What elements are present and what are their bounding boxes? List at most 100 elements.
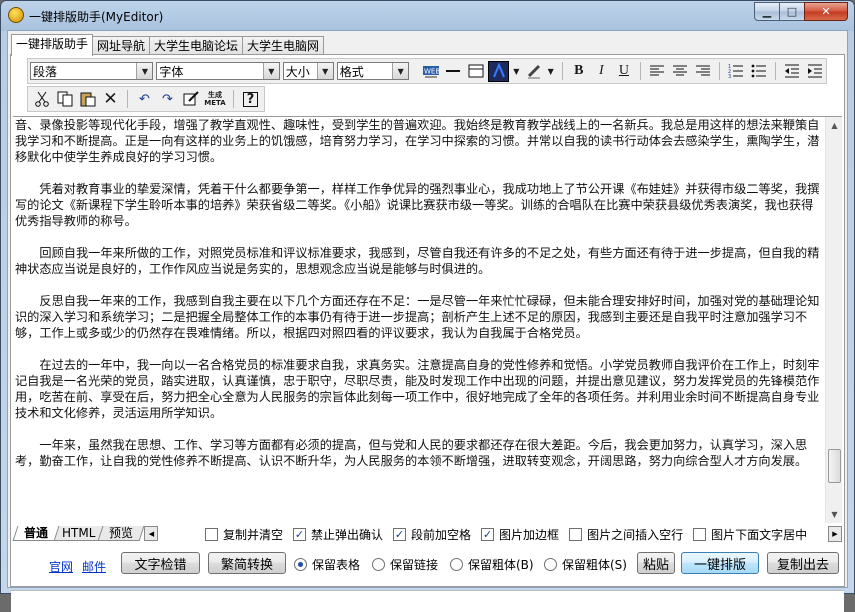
toolbar-divider [561,62,563,80]
option-label: 图片下面文字居中 [711,528,808,542]
highlight-pen-icon[interactable] [523,61,544,82]
chevron-down-icon[interactable]: ▼ [546,61,556,82]
option-checkbox[interactable]: ✓ 禁止弹出确认 [293,526,383,543]
options-row: 普通 HTML 预览 ◀ 复制并清空 ✓ 禁止弹出确认 ✓ 段前加空格 ✓ 图片加边框 图片之… [11,525,844,543]
tab-website[interactable]: 大学生电脑网 [242,36,325,55]
editor-paragraph: 回顾自我一年来所做的工作，对照党员标准和评议标准要求，我感到，尽管自我还有许多的… [15,246,820,276]
editor-area[interactable]: 音、录像投影等现代化手段，增强了教学直观性、趣味性，受到学生的普遍欢迎。我始终是… [13,116,842,523]
bold-button[interactable]: B [569,61,590,82]
size-select[interactable]: 大小 ▼ [282,62,334,80]
mode-tab-normal[interactable]: 普通 [12,526,60,541]
tab-forum[interactable]: 大学生电脑论坛 [149,36,244,55]
text-check-button[interactable]: 文字检错 [121,552,200,574]
toolbar-divider [718,62,720,80]
web-link-icon[interactable]: WEB [420,61,441,82]
radio-keep-link[interactable]: 保留链接 [372,556,438,573]
paste-button[interactable]: 粘贴 [637,552,675,574]
size-select-value: 大小 [285,64,310,79]
format-select-value: 格式 [339,64,364,79]
help-icon[interactable]: ? [240,89,261,110]
scroll-up-icon[interactable]: ▲ [826,117,842,134]
checkmark-icon: ✓ [393,528,407,541]
editor-content[interactable]: 音、录像投影等现代化手段，增强了教学直观性、趣味性，受到学生的普遍欢迎。我始终是… [13,117,823,485]
generate-meta-label: 生成META [204,91,226,107]
main-tabs: 一键排版助手 网址导航 大学生电脑论坛 大学生电脑网 [11,34,325,56]
copy-icon[interactable] [54,89,75,110]
action-row: 官网 邮件 文字检错 繁简转换 保留表格 保留链接 保留粗体(B) 保留粗体(S… [11,552,844,576]
option-checkbox[interactable]: 图片下面文字居中 [693,526,807,543]
table-insert-icon[interactable] [465,61,486,82]
option-checkbox[interactable]: 复制并清空 [205,526,283,543]
edit-toolbar: ✕ ↶ ↷ 生成META ? [27,86,265,112]
edit-note-icon[interactable] [180,89,201,110]
checkmark-icon: ✓ [293,528,307,541]
svg-text:WEB: WEB [424,68,440,76]
checkbox-empty-icon [693,528,707,541]
window-title: 一键排版助手(MyEditor) [29,10,164,24]
outdent-icon[interactable] [782,61,803,82]
cut-icon[interactable] [31,89,52,110]
one-click-format-button[interactable]: 一键排版 [681,552,759,574]
radio-keep-bold-s[interactable]: 保留粗体(S) [544,556,627,573]
convert-button[interactable]: 繁简转换 [208,552,286,574]
tab-nav[interactable]: 网址导航 [92,36,151,55]
chevron-right-icon[interactable]: ▶ [828,526,842,542]
delete-x-icon[interactable]: ✕ [100,89,121,110]
scroll-down-icon[interactable]: ▼ [826,506,842,523]
copy-out-button[interactable]: 复制出去 [767,552,839,574]
close-button[interactable]: ✕ [804,2,848,21]
align-center-icon[interactable] [670,61,691,82]
radio-keep-bold-b[interactable]: 保留粗体(B) [450,556,534,573]
maximize-button[interactable]: □ [779,2,805,21]
minimize-button[interactable]: ▁ [754,2,780,21]
italic-button[interactable]: I [591,61,612,82]
editor-paragraph: 在过去的一年中，我一向以一名合格党员的标准要求自我，求真务实。注意提高自身的党性… [15,358,820,420]
toolbar-divider [233,90,234,108]
paragraph-select[interactable]: 段落 ▼ [30,62,154,80]
numbered-list-icon[interactable]: 123 [726,61,747,82]
tab-editor[interactable]: 一键排版助手 [11,34,94,56]
align-right-icon[interactable] [692,61,713,82]
scrollbar-thumb[interactable] [828,449,841,483]
generate-meta-button[interactable]: 生成META [203,89,227,110]
checkmark-icon: ✓ [481,528,495,541]
toolbar-divider [640,62,642,80]
undo-icon[interactable]: ↶ [134,89,155,110]
option-label: 段前加空格 [411,528,472,542]
option-checkbox[interactable]: ✓ 图片加边框 [481,526,559,543]
paste-icon[interactable] [77,89,98,110]
mode-tabs: 普通 HTML 预览 ◀ [12,526,159,542]
editor-paragraph: 音、录像投影等现代化手段，增强了教学直观性、趣味性，受到学生的普遍欢迎。我始终是… [15,118,820,164]
option-checkbox[interactable]: ✓ 段前加空格 [393,526,471,543]
font-select[interactable]: 字体 ▼ [156,62,280,80]
option-label: 禁止弹出确认 [311,528,384,542]
align-left-icon[interactable] [647,61,668,82]
toolbar-divider [774,62,776,80]
chevron-down-icon: ▼ [262,63,279,79]
mode-tab-preview[interactable]: 预览 [97,526,145,541]
format-select[interactable]: 格式 ▼ [336,62,410,80]
mail-link[interactable]: 邮件 [82,558,106,575]
radio-dot [294,558,307,571]
option-label: 图片之间插入空行 [587,528,684,542]
option-checkbox[interactable]: 图片之间插入空行 [569,526,683,543]
underline-button[interactable]: U [614,61,635,82]
svg-text:3: 3 [728,74,731,78]
horizontal-rule-icon[interactable] [443,61,464,82]
status-bar [11,590,844,612]
radio-keep-table[interactable]: 保留表格 [294,556,360,573]
app-logo-icon [8,7,24,23]
chevron-down-icon[interactable]: ▼ [511,61,521,82]
official-site-link[interactable]: 官网 [49,558,73,575]
chevron-left-icon[interactable]: ◀ [144,526,159,541]
title-bar: 一键排版助手(MyEditor) ▁ □ ✕ [1,1,854,29]
vertical-scrollbar[interactable]: ▲ ▼ [825,117,842,523]
font-color-icon[interactable] [487,60,510,82]
editor-panel: 段落 ▼ 字体 ▼ 大小 ▼ 格式 ▼ WEB ▼ ▼ B I U 1 2 3 … [10,54,845,612]
paragraph-select-value: 段落 [33,64,58,79]
option-checkboxes: 复制并清空 ✓ 禁止弹出确认 ✓ 段前加空格 ✓ 图片加边框 图片之间插入空行 图片下面文字居中 [205,526,817,543]
indent-icon[interactable] [804,61,825,82]
bullet-list-icon[interactable] [748,61,769,82]
redo-icon[interactable]: ↷ [157,89,178,110]
chevron-down-icon: ▼ [392,63,409,79]
